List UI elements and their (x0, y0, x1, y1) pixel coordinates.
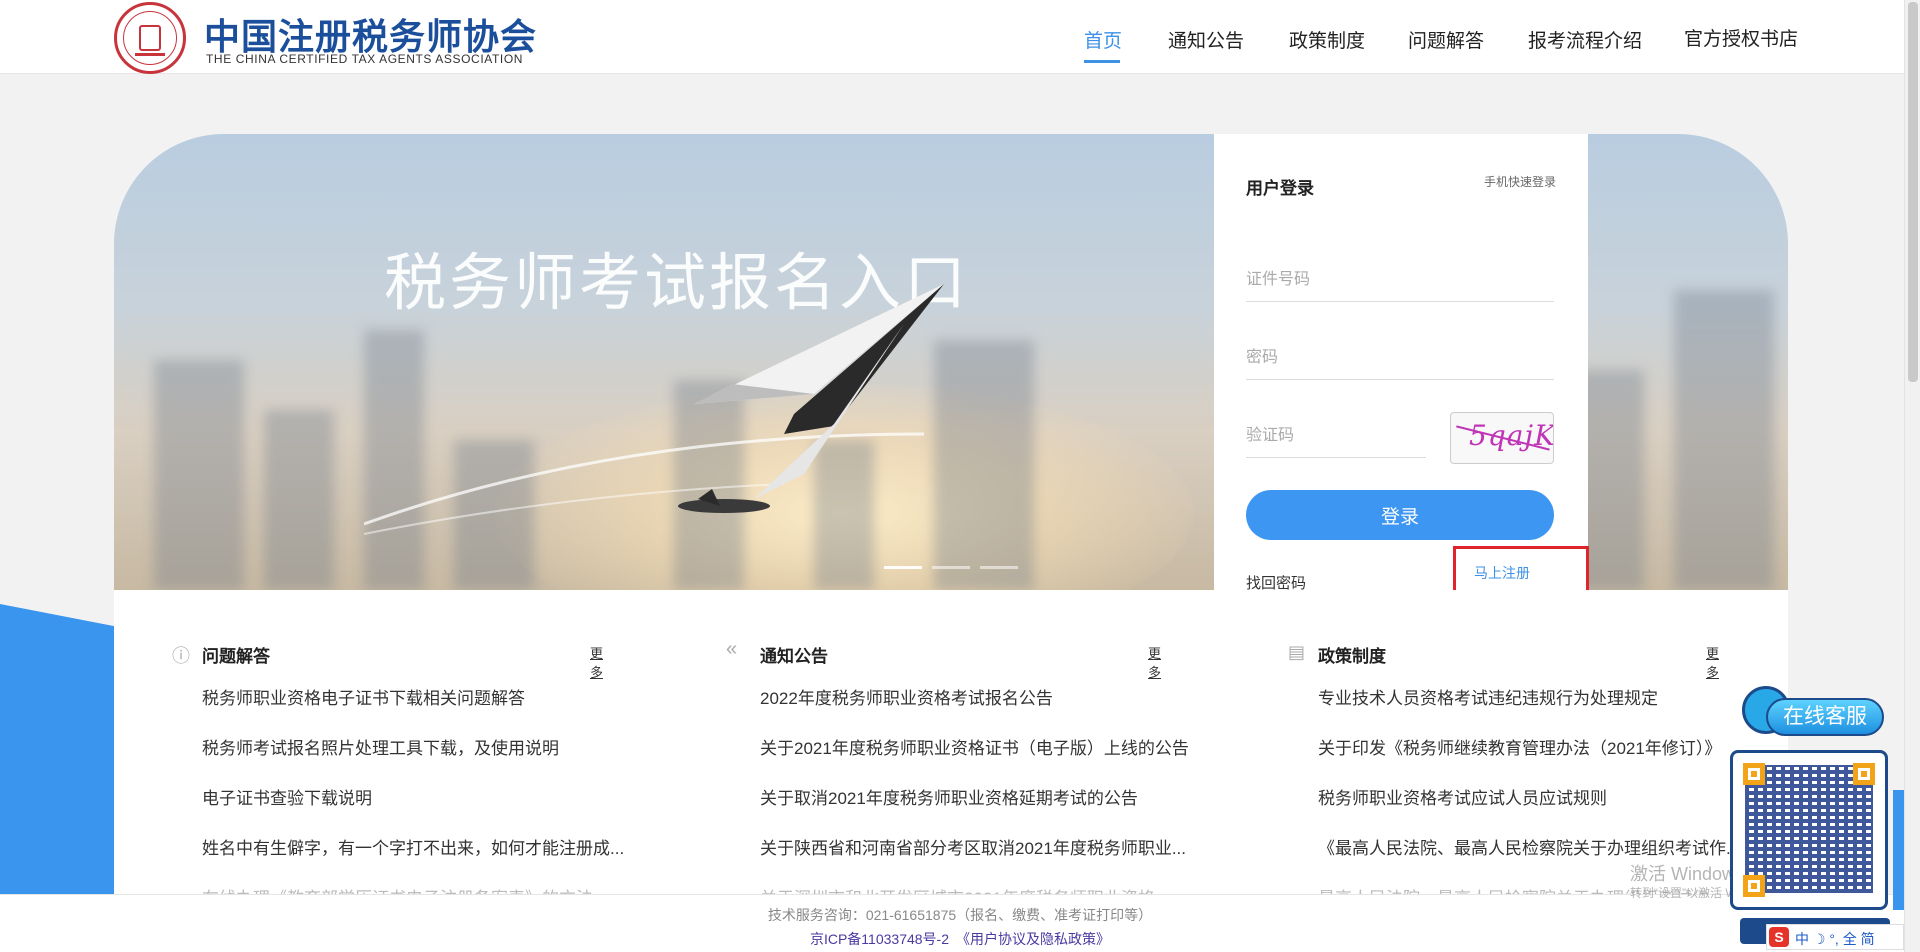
nav-item-exam-process[interactable]: 报考流程介绍 (1528, 26, 1642, 53)
section-title: 问题解答 (202, 647, 270, 666)
background-shape (0, 604, 120, 894)
list-item[interactable]: 税务师考试报名照片处理工具下载，及使用说明 (202, 734, 559, 759)
question-circle-icon: ⓘ (172, 646, 190, 666)
info-sections: ⓘ 问题解答 更多 税务师职业资格电子证书下载相关问题解答 税务师考试报名照片处… (114, 590, 1788, 908)
id-number-input[interactable] (1246, 258, 1554, 302)
list-item[interactable]: 关于2021年度税务师职业资格证书（电子版）上线的公告 (760, 734, 1189, 759)
nav-item-bookstore[interactable]: 官方授权书店 (1684, 24, 1798, 51)
site-footer: 技术服务咨询：021-61651875（报名、缴费、准考证打印等） 京ICP备1… (0, 894, 1920, 952)
nav-item-home[interactable]: 首页 (1084, 26, 1122, 53)
section-faq: ⓘ 问题解答 更多 税务师职业资格电子证书下载相关问题解答 税务师考试报名照片处… (114, 590, 624, 908)
more-link[interactable]: 更多 (1706, 643, 1719, 681)
double-chevron-left-icon: « (726, 638, 738, 660)
login-panel: 用户登录 手机快速登录 5qajK 登录 找回密码 马上注册 (1214, 134, 1588, 592)
phone-quick-login-link[interactable]: 手机快速登录 (1484, 173, 1556, 190)
sogou-ime-icon[interactable]: S (1769, 927, 1789, 947)
seal-emblem-icon (139, 25, 161, 51)
password-input[interactable] (1246, 336, 1554, 380)
login-title: 用户登录 (1246, 179, 1314, 198)
captcha-input[interactable] (1246, 414, 1426, 458)
list-item[interactable]: 《最高人民法院、最高人民检察院关于办理组织考试作... (1318, 834, 1740, 859)
qr-code (1730, 750, 1888, 910)
support-info: 技术服务咨询：021-61651875（报名、缴费、准考证打印等） (767, 907, 1153, 923)
list-item[interactable]: 专业技术人员资格考试违纪违规行为处理规定 (1318, 684, 1658, 709)
carousel-dot[interactable] (884, 566, 922, 569)
more-link[interactable]: 更多 (590, 643, 603, 681)
online-service-widget[interactable]: 在线客服 (1726, 686, 1896, 948)
section-policies: ▤ 政策制度 更多 专业技术人员资格考试违纪违规行为处理规定 关于印发《税务师继… (1230, 590, 1740, 908)
site-header: 中国注册税务师协会 THE CHINA CERTIFIED TAX AGENTS… (0, 0, 1920, 74)
paper-plane-icon (364, 284, 944, 535)
page-scrollbar[interactable] (1904, 0, 1920, 952)
section-notices: « 通知公告 更多 2022年度税务师职业资格考试报名公告 关于2021年度税务… (672, 590, 1189, 908)
list-item[interactable]: 税务师职业资格电子证书下载相关问题解答 (202, 684, 525, 709)
association-seal-logo[interactable] (114, 2, 186, 74)
nav-item-faq[interactable]: 问题解答 (1408, 26, 1484, 53)
ime-toolbar[interactable]: S 中 ☽ °, 全 简 (1766, 924, 1904, 950)
list-item[interactable]: 关于印发《税务师继续教育管理办法（2021年修订）》 (1318, 734, 1721, 759)
nav-active-indicator (1084, 60, 1120, 63)
list-item[interactable]: 2022年度税务师职业资格考试报名公告 (760, 684, 1053, 709)
list-item[interactable]: 关于陕西省和河南省部分考区取消2021年度税务师职业... (760, 834, 1186, 859)
captcha-image[interactable]: 5qajK (1450, 412, 1554, 464)
list-item[interactable]: 电子证书查验下载说明 (202, 784, 372, 809)
section-title: 通知公告 (760, 647, 828, 666)
scrollbar-thumb[interactable] (1908, 2, 1918, 382)
list-item[interactable]: 姓名中有生僻字，有一个字打不出来，如何才能注册成... (202, 834, 624, 859)
nav-item-notices[interactable]: 通知公告 (1168, 26, 1244, 53)
icp-and-privacy-link[interactable]: 京ICP备11033748号-2 《用户协议及隐私政策》 (0, 929, 1920, 949)
list-item[interactable]: 税务师职业资格考试应试人员应试规则 (1318, 784, 1607, 809)
ime-status[interactable]: 中 ☽ °, 全 简 (1795, 929, 1875, 949)
section-title: 政策制度 (1318, 647, 1386, 666)
list-item[interactable]: 关于取消2021年度税务师职业资格延期考试的公告 (760, 784, 1138, 809)
document-icon: ▤ (1288, 642, 1306, 662)
online-service-label[interactable]: 在线客服 (1766, 698, 1884, 736)
nav-item-policies[interactable]: 政策制度 (1289, 26, 1365, 53)
more-link[interactable]: 更多 (1148, 643, 1161, 681)
site-logo-english: THE CHINA CERTIFIED TAX AGENTS ASSOCIATI… (206, 52, 524, 66)
login-button[interactable]: 登录 (1246, 490, 1554, 540)
carousel-dot[interactable] (932, 566, 970, 569)
carousel-dot[interactable] (980, 566, 1018, 569)
